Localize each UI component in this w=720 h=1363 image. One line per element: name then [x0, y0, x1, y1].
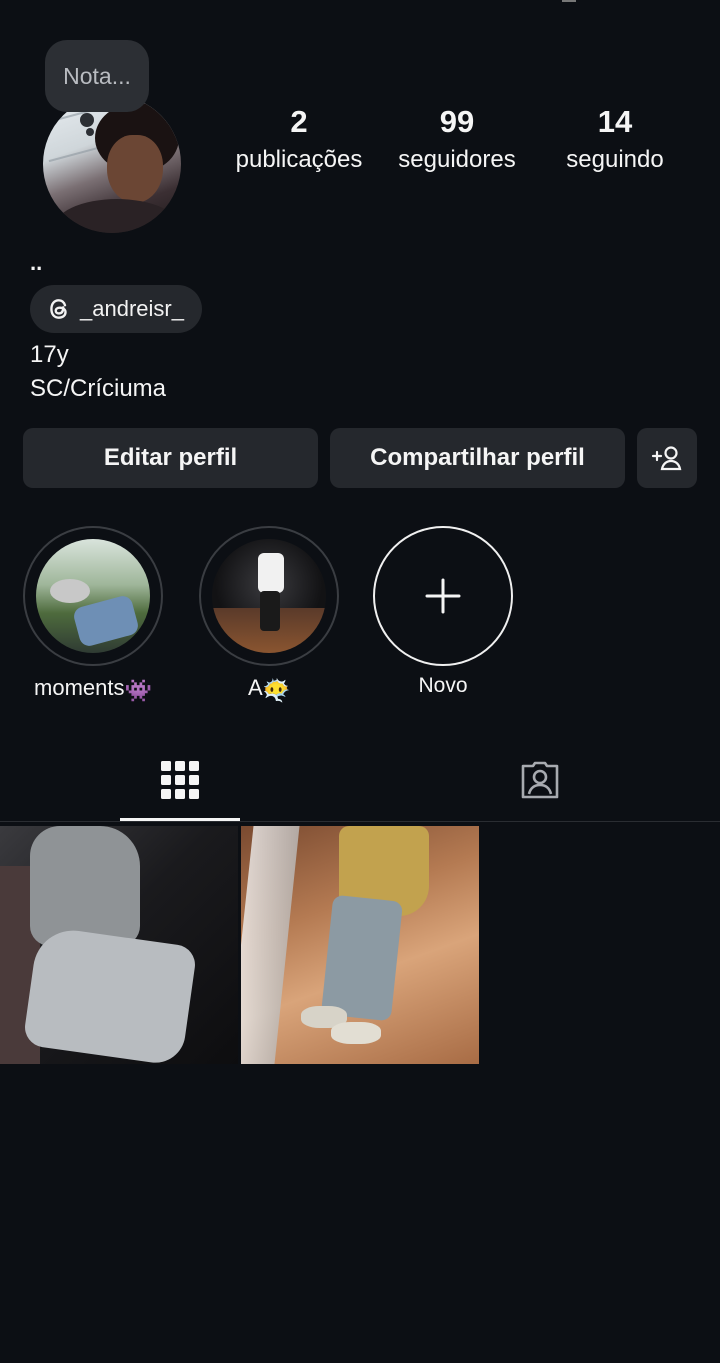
bio-line-location: SC/Críciuma — [30, 375, 167, 402]
tab-tagged[interactable] — [480, 740, 600, 820]
alien-monster-emoji: 👾 — [124, 678, 152, 703]
stat-posts-label: publicações — [235, 146, 363, 173]
new-highlight-label: Novo — [418, 674, 468, 697]
post-thumbnail[interactable] — [241, 826, 479, 1064]
tab-posts-grid[interactable] — [120, 740, 240, 820]
plus-icon — [425, 578, 461, 614]
bio-line-age: 17y — [30, 341, 69, 368]
highlight-label-text: moments — [34, 675, 125, 700]
discover-people-button[interactable] — [637, 428, 697, 488]
share-profile-button[interactable]: Compartilhar perfil — [330, 428, 625, 488]
note-bubble-tail-small — [86, 128, 94, 136]
stat-posts[interactable]: 2 publicações — [225, 102, 373, 178]
note-bubble[interactable]: Nota... — [45, 40, 149, 112]
grid-icon — [161, 761, 199, 799]
note-text: Nota... — [63, 62, 131, 89]
status-bar-remnant — [562, 0, 576, 2]
threads-icon — [50, 299, 67, 319]
stat-following-value: 14 — [597, 104, 633, 139]
post-thumbnail[interactable] — [0, 826, 238, 1064]
highlight-ring — [199, 526, 339, 666]
stat-following[interactable]: 14 seguindo — [556, 102, 674, 178]
stat-followers[interactable]: 99 seguidores — [390, 102, 524, 178]
profile-page: Nota... 2 publicações 99 seguidores 14 s… — [0, 0, 720, 1363]
edit-profile-label: Editar perfil — [103, 444, 238, 471]
profile-avatar[interactable] — [43, 95, 181, 233]
highlight-a[interactable]: A😶‍🌫️ — [199, 526, 339, 705]
highlight-cover — [36, 539, 150, 653]
tab-divider — [0, 821, 720, 822]
profile-name: .. — [30, 250, 43, 275]
highlight-ring — [23, 526, 163, 666]
stat-followers-value: 99 — [439, 104, 475, 139]
stat-following-label: seguindo — [566, 146, 664, 173]
avatar — [43, 95, 181, 233]
stat-followers-label: seguidores — [398, 146, 516, 173]
highlight-label: moments👾 — [23, 674, 163, 705]
share-profile-label: Compartilhar perfil — [370, 444, 585, 471]
new-highlight-ring — [373, 526, 513, 666]
highlight-cover — [212, 539, 326, 653]
add-person-icon — [651, 446, 682, 471]
threads-handle: _andreisr_ — [80, 296, 184, 321]
tagged-person-icon — [521, 761, 559, 799]
highlight-label-text: A — [247, 675, 263, 700]
highlight-label: A😶‍🌫️ — [199, 674, 339, 705]
highlight-moments[interactable]: moments👾 — [23, 526, 163, 705]
threads-link[interactable]: _andreisr_ — [30, 285, 202, 333]
edit-profile-button[interactable]: Editar perfil — [23, 428, 318, 488]
note-bubble-tail — [80, 113, 94, 127]
stat-posts-value: 2 — [290, 104, 308, 139]
face-in-clouds-emoji: 😶‍🌫️ — [262, 678, 291, 703]
new-highlight-button[interactable]: Novo — [373, 526, 513, 700]
